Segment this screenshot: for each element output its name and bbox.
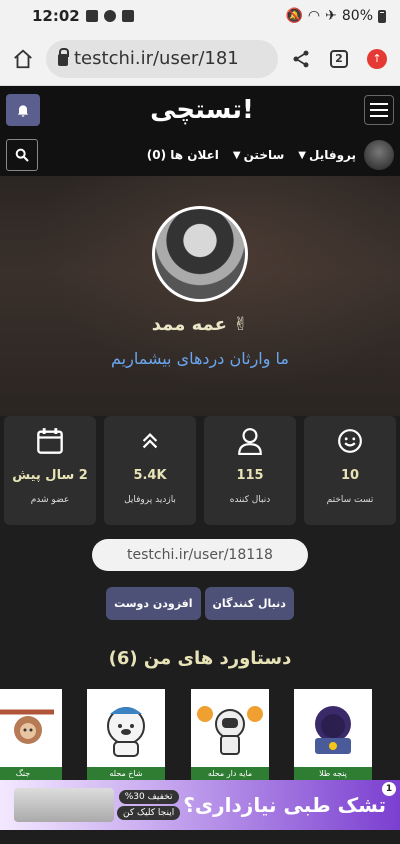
stat-label: بازدید پروفایل — [124, 495, 176, 505]
bell-icon — [17, 105, 29, 117]
menu-line — [370, 103, 388, 105]
check-icon — [121, 10, 134, 22]
achievements-row: پنجه طلا مایه دار محله شاخ محله جنگ — [0, 689, 400, 781]
mute-icon: 🔕 — [285, 8, 303, 24]
bear-icon — [87, 689, 165, 767]
share-icon[interactable] — [286, 44, 316, 74]
chevron-down-icon: ▼ — [298, 149, 306, 161]
profile-avatar — [152, 206, 248, 302]
profile-hero: عمه ممد ✌ ما وارثان دردهای بیشماریم — [0, 176, 400, 416]
ad-banner[interactable]: 1 %30 تخفیف اینجا کلیک کن تشک طبی نیازدا… — [0, 780, 400, 830]
gesture-bar — [0, 830, 400, 844]
achievement-label: مایه دار محله — [191, 767, 269, 781]
status-time: 12:02 — [32, 7, 80, 25]
status-left: 12:02 — [32, 7, 134, 25]
site-header: تستچی! — [0, 86, 400, 134]
stat-joined: 2 سال پیش عضو شدم — [4, 416, 96, 525]
achievement-card[interactable]: پنجه طلا — [294, 689, 372, 783]
astronaut-icon — [191, 689, 269, 767]
profile-actions: دنبال کنندگان افزودن دوست — [0, 587, 400, 620]
notifications-button[interactable] — [6, 94, 40, 126]
wifi-icon: ◠ — [307, 8, 321, 24]
smile-icon — [337, 426, 363, 456]
hacker-icon — [294, 689, 372, 767]
status-bar: 12:02 🔕 ◠ ✈ 80% — [0, 0, 400, 32]
stat-value: 5.4K — [133, 468, 167, 483]
chevron-down-icon: ▼ — [232, 149, 241, 161]
followers-button[interactable]: دنبال کنندگان — [204, 587, 294, 620]
ad-headline: تشک طبی نیازداری؟ — [183, 793, 386, 817]
address-bar[interactable]: testchi.ir/user/181 — [46, 39, 278, 78]
profile-bio: ما وارثان دردهای بیشماریم — [111, 349, 289, 368]
ad-offer: %30 تخفیف اینجا کلیک کن — [117, 790, 181, 820]
menu-line — [370, 115, 388, 117]
mattress-image — [14, 788, 114, 822]
achievement-label: جنگ — [0, 767, 62, 781]
profile-name: عمه ممد ✌ — [151, 314, 249, 335]
achievement-card[interactable]: شاخ محله — [87, 689, 165, 783]
status-right: 🔕 ◠ ✈ 80% — [285, 8, 386, 24]
ad-cta: اینجا کلیک کن — [117, 806, 181, 820]
browser-toolbar: testchi.ir/user/181 2 ↑ — [0, 32, 400, 86]
stat-label: عضو شدم — [30, 495, 70, 505]
nav-profile-label: پروفایل — [308, 148, 356, 162]
add-friend-button[interactable]: افزودن دوست — [106, 587, 201, 620]
nav-create[interactable]: ساختن ▼ — [233, 148, 284, 162]
stats-row: 10 تست ساختم 115 دنبال کننده 5.4K بازدید… — [0, 416, 400, 525]
nav-profile[interactable]: پروفایل ▼ — [298, 148, 356, 162]
achievement-card[interactable]: جنگ — [0, 689, 62, 783]
menu-line — [370, 109, 388, 111]
stat-views: 5.4K بازدید پروفایل — [104, 416, 196, 525]
update-button[interactable]: ↑ — [362, 44, 392, 74]
battery-percent: 80% — [341, 8, 373, 24]
account-icon — [103, 10, 116, 22]
address-text: testchi.ir/user/181 — [74, 48, 239, 69]
achievement-card[interactable]: مایه دار محله — [191, 689, 269, 783]
calendar-icon — [36, 426, 64, 456]
stat-label: دنبال کننده — [229, 495, 271, 505]
ad-discount: %30 تخفیف — [118, 790, 179, 804]
hamburger-menu-button[interactable] — [364, 95, 394, 125]
stat-followers: 115 دنبال کننده — [204, 416, 296, 525]
stat-tests: 10 تست ساختم — [304, 416, 396, 525]
nav-create-label: ساختن — [243, 148, 285, 162]
search-icon — [15, 148, 29, 162]
airplane-icon: ✈ — [325, 8, 337, 24]
ad-badge: 1 — [382, 782, 396, 796]
lock-icon — [58, 48, 69, 66]
nav-notifications-label: اعلان ها (0) — [146, 148, 219, 162]
user-avatar[interactable] — [364, 140, 394, 170]
stat-label: تست ساختم — [326, 495, 374, 505]
profile-url[interactable]: testchi.ir/user/18118 — [92, 539, 308, 571]
stat-value: 10 — [340, 468, 360, 483]
nav-notifications[interactable]: اعلان ها (0) — [147, 148, 219, 162]
home-icon[interactable] — [8, 44, 38, 74]
tab-count: 2 — [330, 49, 348, 68]
user-icon — [237, 426, 263, 456]
sloth-icon — [0, 689, 62, 767]
stat-value: 2 سال پیش — [12, 468, 88, 483]
sub-nav: پروفایل ▼ ساختن ▼ اعلان ها (0) — [0, 134, 400, 176]
chevrons-up-icon — [139, 426, 161, 456]
battery-icon — [378, 9, 386, 23]
notification-icon — [85, 10, 98, 22]
update-icon: ↑ — [367, 48, 387, 69]
stat-value: 115 — [236, 468, 264, 483]
site-logo[interactable]: تستچی! — [150, 95, 254, 125]
achievements-title: دستاورد های من (6) — [108, 648, 292, 669]
achievement-label: پنجه طلا — [294, 767, 372, 781]
tabs-button[interactable]: 2 — [324, 44, 354, 74]
search-button[interactable] — [6, 139, 38, 171]
achievement-label: شاخ محله — [87, 767, 165, 781]
